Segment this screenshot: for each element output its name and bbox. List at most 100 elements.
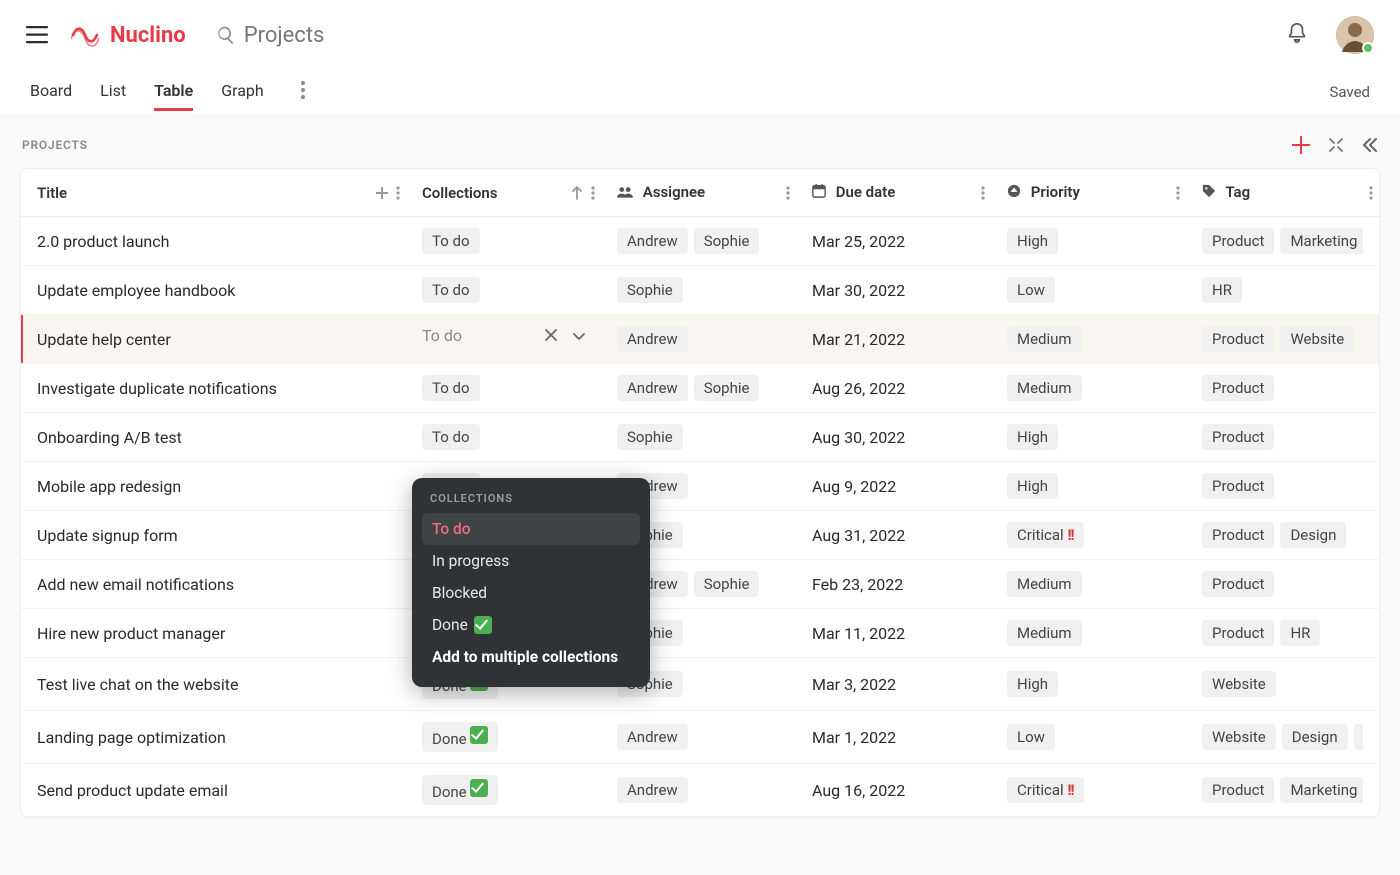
cell-due-date[interactable]: Aug 26, 2022 bbox=[796, 364, 991, 413]
cell-due-date[interactable]: Mar 21, 2022 bbox=[796, 315, 991, 364]
user-avatar[interactable] bbox=[1336, 16, 1374, 54]
cell-due-date[interactable]: Mar 11, 2022 bbox=[796, 609, 991, 658]
cell-due-date[interactable]: Mar 1, 2022 bbox=[796, 711, 991, 764]
cell-priority[interactable]: Low bbox=[991, 711, 1186, 764]
cell-title[interactable]: Hire new product manager bbox=[21, 609, 406, 658]
cell-assignee[interactable]: Sophie bbox=[601, 413, 796, 462]
cell-priority[interactable]: High bbox=[991, 658, 1186, 711]
cell-title[interactable]: Test live chat on the website bbox=[21, 658, 406, 711]
column-menu-icon[interactable] bbox=[591, 186, 595, 200]
menu-toggle[interactable] bbox=[26, 26, 48, 44]
column-title[interactable]: Title bbox=[21, 169, 406, 217]
cell-tags[interactable]: ProductMarketing bbox=[1186, 217, 1379, 266]
cell-due-date[interactable]: Mar 3, 2022 bbox=[796, 658, 991, 711]
table-row[interactable]: Investigate duplicate notificationsTo do… bbox=[21, 364, 1379, 413]
cell-priority[interactable]: Medium bbox=[991, 609, 1186, 658]
cell-due-date[interactable]: Aug 31, 2022 bbox=[796, 511, 991, 560]
cell-collection[interactable]: To do bbox=[406, 266, 601, 315]
column-menu-icon[interactable] bbox=[981, 186, 985, 200]
table-row[interactable]: Test live chat on the websiteDone Sophie… bbox=[21, 658, 1379, 711]
view-tab-board[interactable]: Board bbox=[30, 73, 72, 111]
table-row[interactable]: Add new email notificationsIn progressAn… bbox=[21, 560, 1379, 609]
cell-due-date[interactable]: Aug 9, 2022 bbox=[796, 462, 991, 511]
cell-due-date[interactable]: Mar 25, 2022 bbox=[796, 217, 991, 266]
cell-due-date[interactable]: Mar 30, 2022 bbox=[796, 266, 991, 315]
column-collections[interactable]: Collections bbox=[406, 169, 601, 217]
cell-priority[interactable]: Medium bbox=[991, 315, 1186, 364]
collections-dropdown[interactable]: COLLECTIONS To doIn progressBlockedDone … bbox=[412, 478, 650, 687]
dropdown-option[interactable]: To do bbox=[422, 513, 640, 545]
dropdown-option[interactable]: In progress bbox=[422, 545, 640, 577]
view-tab-table[interactable]: Table bbox=[154, 73, 193, 111]
table-row[interactable]: Onboarding A/B testTo doSophieAug 30, 20… bbox=[21, 413, 1379, 462]
column-menu-icon[interactable] bbox=[786, 186, 790, 200]
cell-title[interactable]: Onboarding A/B test bbox=[21, 413, 406, 462]
cell-assignee[interactable]: Andrew bbox=[601, 711, 796, 764]
search[interactable]: Projects bbox=[216, 23, 325, 48]
table-row[interactable]: Update signup formIn progressSophieAug 3… bbox=[21, 511, 1379, 560]
brand-logo[interactable]: Nuclino bbox=[68, 22, 186, 48]
cell-tags[interactable]: ProductHR bbox=[1186, 609, 1379, 658]
cell-tags[interactable]: ProductWebsite bbox=[1186, 315, 1379, 364]
cell-priority[interactable]: Critical !! bbox=[991, 764, 1186, 817]
cell-assignee[interactable]: Sophie bbox=[601, 266, 796, 315]
column-assignee[interactable]: Assignee bbox=[601, 169, 796, 217]
view-more-menu[interactable] bbox=[296, 81, 310, 103]
chevron-down-icon[interactable] bbox=[573, 326, 585, 345]
column-menu-icon[interactable] bbox=[1369, 186, 1373, 200]
column-menu-icon[interactable] bbox=[396, 186, 400, 200]
sort-asc-icon[interactable] bbox=[571, 186, 583, 200]
add-column-icon[interactable] bbox=[376, 187, 388, 199]
cell-tags[interactable]: HR bbox=[1186, 266, 1379, 315]
cell-assignee[interactable]: AndrewSophie bbox=[601, 364, 796, 413]
cell-collection[interactable]: To do bbox=[406, 413, 601, 462]
cell-title[interactable]: 2.0 product launch bbox=[21, 217, 406, 266]
column-due-date[interactable]: Due date bbox=[796, 169, 991, 217]
cell-collection[interactable]: Done bbox=[406, 711, 601, 764]
cell-title[interactable]: Send product update email bbox=[21, 764, 406, 817]
table-row[interactable]: Send product update emailDone AndrewAug … bbox=[21, 764, 1379, 817]
cell-assignee[interactable]: AndrewSophie bbox=[601, 217, 796, 266]
cell-tags[interactable]: Website bbox=[1186, 658, 1379, 711]
table-row[interactable]: Mobile app redesignTo doAndrewAug 9, 202… bbox=[21, 462, 1379, 511]
cell-collection[interactable]: To do bbox=[406, 217, 601, 266]
cell-tags[interactable]: ProductDesign bbox=[1186, 511, 1379, 560]
collapse-panel-button[interactable] bbox=[1362, 138, 1378, 152]
cell-priority[interactable]: Medium bbox=[991, 364, 1186, 413]
cell-priority[interactable]: High bbox=[991, 217, 1186, 266]
dropdown-add-multiple[interactable]: Add to multiple collections bbox=[422, 641, 640, 673]
cell-tags[interactable]: Product bbox=[1186, 413, 1379, 462]
cell-collection[interactable]: Done bbox=[406, 764, 601, 817]
cell-assignee[interactable]: Andrew bbox=[601, 315, 796, 364]
cell-title[interactable]: Mobile app redesign bbox=[21, 462, 406, 511]
column-priority[interactable]: Priority bbox=[991, 169, 1186, 217]
add-item-button[interactable] bbox=[1292, 136, 1310, 154]
table-row[interactable]: Hire new product managerBlockedSophieMar… bbox=[21, 609, 1379, 658]
column-tag[interactable]: Tag bbox=[1186, 169, 1379, 217]
table-row[interactable]: Update help centerTo doAndrewMar 21, 202… bbox=[21, 315, 1379, 364]
cell-priority[interactable]: High bbox=[991, 462, 1186, 511]
cell-due-date[interactable]: Aug 30, 2022 bbox=[796, 413, 991, 462]
cell-title[interactable]: Update employee handbook bbox=[21, 266, 406, 315]
view-tab-list[interactable]: List bbox=[100, 73, 126, 111]
cell-tags[interactable]: Product bbox=[1186, 364, 1379, 413]
cell-assignee[interactable]: Andrew bbox=[601, 764, 796, 817]
cell-title[interactable]: Add new email notifications bbox=[21, 560, 406, 609]
cell-due-date[interactable]: Feb 23, 2022 bbox=[796, 560, 991, 609]
cell-tags[interactable]: WebsiteDesignMarketing bbox=[1186, 711, 1379, 764]
cell-collection[interactable]: To do bbox=[406, 364, 601, 413]
table-row[interactable]: 2.0 product launchTo doAndrewSophieMar 2… bbox=[21, 217, 1379, 266]
cell-title[interactable]: Investigate duplicate notifications bbox=[21, 364, 406, 413]
cell-tags[interactable]: Product bbox=[1186, 560, 1379, 609]
table-row[interactable]: Update employee handbookTo doSophieMar 3… bbox=[21, 266, 1379, 315]
compact-view-button[interactable] bbox=[1328, 137, 1344, 153]
cell-title[interactable]: Update signup form bbox=[21, 511, 406, 560]
cell-due-date[interactable]: Aug 16, 2022 bbox=[796, 764, 991, 817]
table-row[interactable]: Landing page optimizationDone AndrewMar … bbox=[21, 711, 1379, 764]
dropdown-option[interactable]: Done bbox=[422, 609, 640, 641]
cell-collection[interactable]: To do bbox=[406, 315, 601, 357]
column-menu-icon[interactable] bbox=[1176, 186, 1180, 200]
cell-title[interactable]: Update help center bbox=[21, 315, 406, 364]
cell-priority[interactable]: Medium bbox=[991, 560, 1186, 609]
cell-tags[interactable]: ProductMarketing bbox=[1186, 764, 1379, 817]
